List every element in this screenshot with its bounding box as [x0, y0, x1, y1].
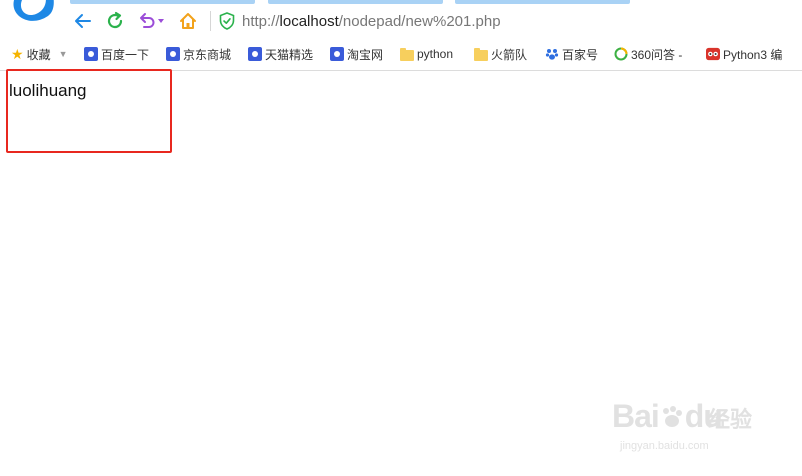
runoob-icon [706, 47, 720, 61]
chevron-down-icon: ▼ [58, 49, 68, 59]
back-button[interactable] [71, 9, 95, 33]
paw-icon [662, 406, 682, 427]
bookmark-label: 百家号 [562, 47, 599, 62]
url-scheme: http:// [242, 13, 280, 30]
baidu-paw-icon [330, 47, 344, 61]
folder-icon [474, 47, 488, 61]
baidu-jingyan-watermark: Bai du 经验 jingyan.baidu.com [612, 398, 792, 468]
bookmark-label: 收藏 [26, 47, 51, 62]
back-arrow-icon [75, 14, 91, 28]
refresh-button[interactable] [103, 9, 127, 33]
folder-icon [400, 47, 414, 61]
watermark-product: 经验 [708, 408, 753, 433]
undo-close-tab-button[interactable] [134, 9, 168, 33]
bookmark-360wenda[interactable]: 360问答 - [614, 45, 682, 63]
watermark-brand-part1: Bai [612, 398, 660, 434]
bookmark-python3-tutorial[interactable]: Python3 编 [706, 45, 782, 63]
bookmarks-bar: ★ 收藏 ▼ 百度一下 京东商城 天猫精选 淘宝网 python 火箭队 百家号 [0, 38, 802, 71]
bookmark-tmall[interactable]: 天猫精选 [248, 45, 313, 63]
star-icon: ★ [11, 45, 24, 62]
bookmark-label: 淘宝网 [347, 47, 384, 62]
360-icon [614, 47, 628, 61]
secure-shield-icon[interactable] [219, 12, 235, 30]
address-bar[interactable]: http://localhost/nodepad/new%201.php [242, 13, 501, 30]
home-button[interactable] [176, 9, 200, 33]
page-output-text: luolihuang [9, 81, 87, 100]
bookmark-folder-python[interactable]: python [400, 45, 453, 63]
navigation-bar: http://localhost/nodepad/new%201.php [0, 0, 802, 38]
bookmark-label: Python3 编 [723, 47, 783, 62]
url-path: /nodepad/new%201.php [338, 13, 501, 30]
sogou-browser-logo [13, 0, 54, 21]
bookmark-label: 天猫精选 [265, 47, 314, 62]
undo-icon [140, 13, 155, 28]
bookmark-baidu[interactable]: 百度一下 [84, 45, 149, 63]
bookmark-jd[interactable]: 京东商城 [166, 45, 231, 63]
bookmark-label: 百度一下 [101, 47, 150, 62]
url-host: localhost [279, 13, 339, 30]
refresh-icon [107, 11, 123, 29]
baidu-paw-icon [84, 47, 98, 61]
watermark-url: jingyan.baidu.com [620, 440, 709, 452]
watermark-brand: Bai du [612, 398, 723, 435]
baidu-paw-icon [166, 47, 180, 61]
bookmark-baijiahao[interactable]: 百家号 [545, 45, 598, 63]
home-icon [180, 13, 196, 29]
bookmark-label: 火箭队 [491, 47, 528, 62]
bookmark-label: 360问答 - [631, 47, 683, 62]
bookmark-favorites[interactable]: ★ 收藏 ▼ [11, 45, 68, 63]
divider [210, 11, 211, 31]
bookmark-label: python [417, 47, 454, 61]
bookmark-taobao[interactable]: 淘宝网 [330, 45, 383, 63]
baidu-paw-icon [248, 47, 262, 61]
bookmark-folder-rockets[interactable]: 火箭队 [474, 45, 527, 63]
bookmark-label: 京东商城 [183, 47, 232, 62]
baijiahao-icon [545, 49, 559, 60]
chevron-down-icon [158, 19, 164, 23]
